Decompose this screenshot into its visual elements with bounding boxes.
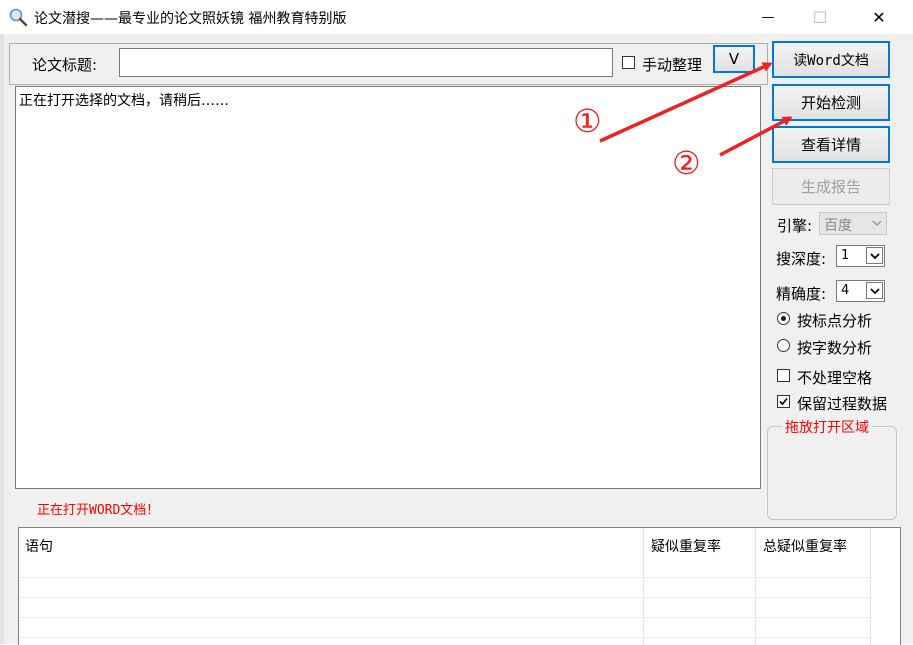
arrow-2 [719,116,793,157]
annotation-number-2: ② [672,144,701,182]
arrow-1 [599,62,773,143]
annotation-arrows [599,62,793,157]
annotation-number-1: ① [573,102,602,140]
